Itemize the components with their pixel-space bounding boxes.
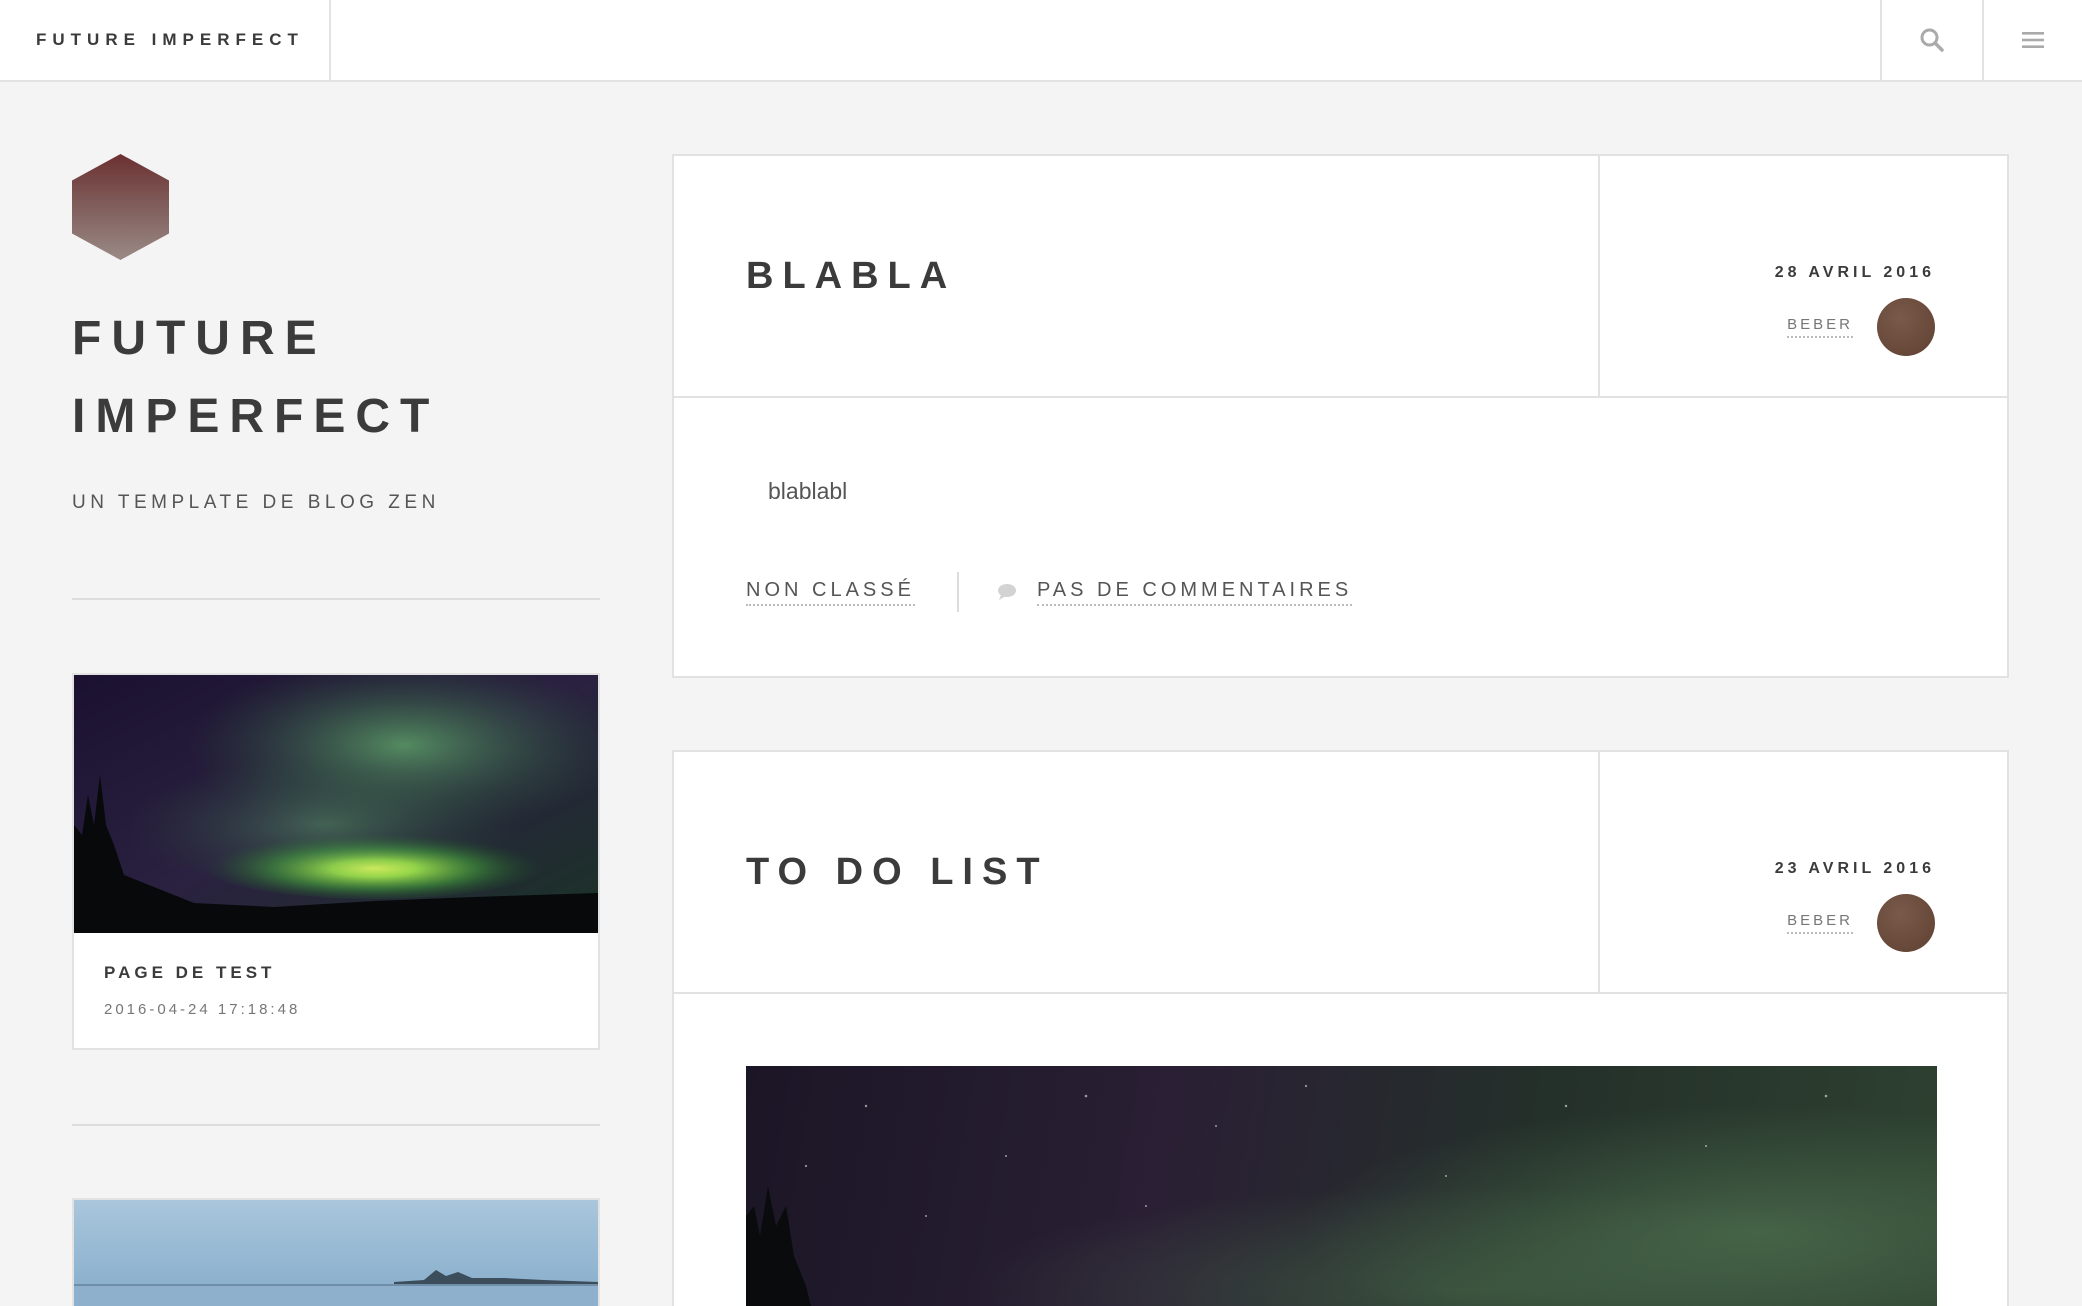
top-bar: FUTURE IMPERFECT xyxy=(0,0,2082,82)
post-featured-image[interactable] xyxy=(746,1066,1937,1306)
site-logo[interactable] xyxy=(72,154,169,260)
mini-post-card[interactable] xyxy=(72,1198,600,1306)
brand-link[interactable]: FUTURE IMPERFECT xyxy=(0,0,331,80)
sidebar-divider xyxy=(72,598,600,600)
aurora-image xyxy=(746,1084,1828,1306)
hamburger-menu-icon xyxy=(2022,32,2044,48)
site-tagline: UN TEMPLATE DE BLOG ZEN xyxy=(72,492,440,513)
post-author-link[interactable]: BEBER xyxy=(1787,912,1853,934)
sidebar-divider xyxy=(72,1124,600,1126)
site-title-line2: IMPERFECT xyxy=(72,390,440,443)
aurora-thumbnail-image[interactable] xyxy=(74,675,598,933)
post-title[interactable]: TO DO LIST xyxy=(746,752,1049,992)
post-meta: 23 AVRIL 2016 BEBER xyxy=(1598,752,2007,992)
post-date: 28 AVRIL 2016 xyxy=(1774,264,1935,281)
post-header: BLABLA 28 AVRIL 2016 BEBER xyxy=(674,156,2007,398)
search-button[interactable] xyxy=(1880,0,1982,80)
comments-link[interactable]: PAS DE COMMENTAIRES xyxy=(1036,579,1353,606)
post-card: BLABLA 28 AVRIL 2016 BEBER blablabl NON … xyxy=(672,154,2009,678)
post-meta: 28 AVRIL 2016 BEBER xyxy=(1598,156,2007,396)
post-date: 23 AVRIL 2016 xyxy=(1774,860,1935,877)
mini-post-card[interactable]: PAGE DE TEST 2016-04-24 17:18:48 xyxy=(72,673,600,1050)
post-header: TO DO LIST 23 AVRIL 2016 BEBER xyxy=(674,752,2007,994)
author-avatar[interactable] xyxy=(1877,894,1935,952)
menu-button[interactable] xyxy=(1982,0,2082,80)
footer-separator xyxy=(956,572,959,612)
mini-post-date: 2016-04-24 17:18:48 xyxy=(104,1001,301,1018)
post-body: blablabl NON CLASSÉ PAS DE COMMENTAIRES xyxy=(674,398,2007,676)
post-footer: NON CLASSÉ PAS DE COMMENTAIRES xyxy=(746,572,1353,612)
post-body xyxy=(674,994,2007,1306)
author-avatar[interactable] xyxy=(1877,298,1935,356)
mini-post-title[interactable]: PAGE DE TEST xyxy=(104,963,568,983)
comment-bubble-icon xyxy=(997,583,1017,601)
post-title[interactable]: BLABLA xyxy=(746,156,956,396)
site-title: FUTURE IMPERFECT xyxy=(72,300,552,456)
post-card: TO DO LIST 23 AVRIL 2016 BEBER xyxy=(672,750,2009,1306)
post-author-link[interactable]: BEBER xyxy=(1787,316,1853,338)
site-title-line1: FUTURE xyxy=(72,312,327,365)
category-link[interactable]: NON CLASSÉ xyxy=(746,579,915,606)
search-icon xyxy=(1920,28,1944,52)
post-excerpt: blablabl xyxy=(768,478,848,504)
seascape-thumbnail-image[interactable] xyxy=(74,1200,598,1306)
